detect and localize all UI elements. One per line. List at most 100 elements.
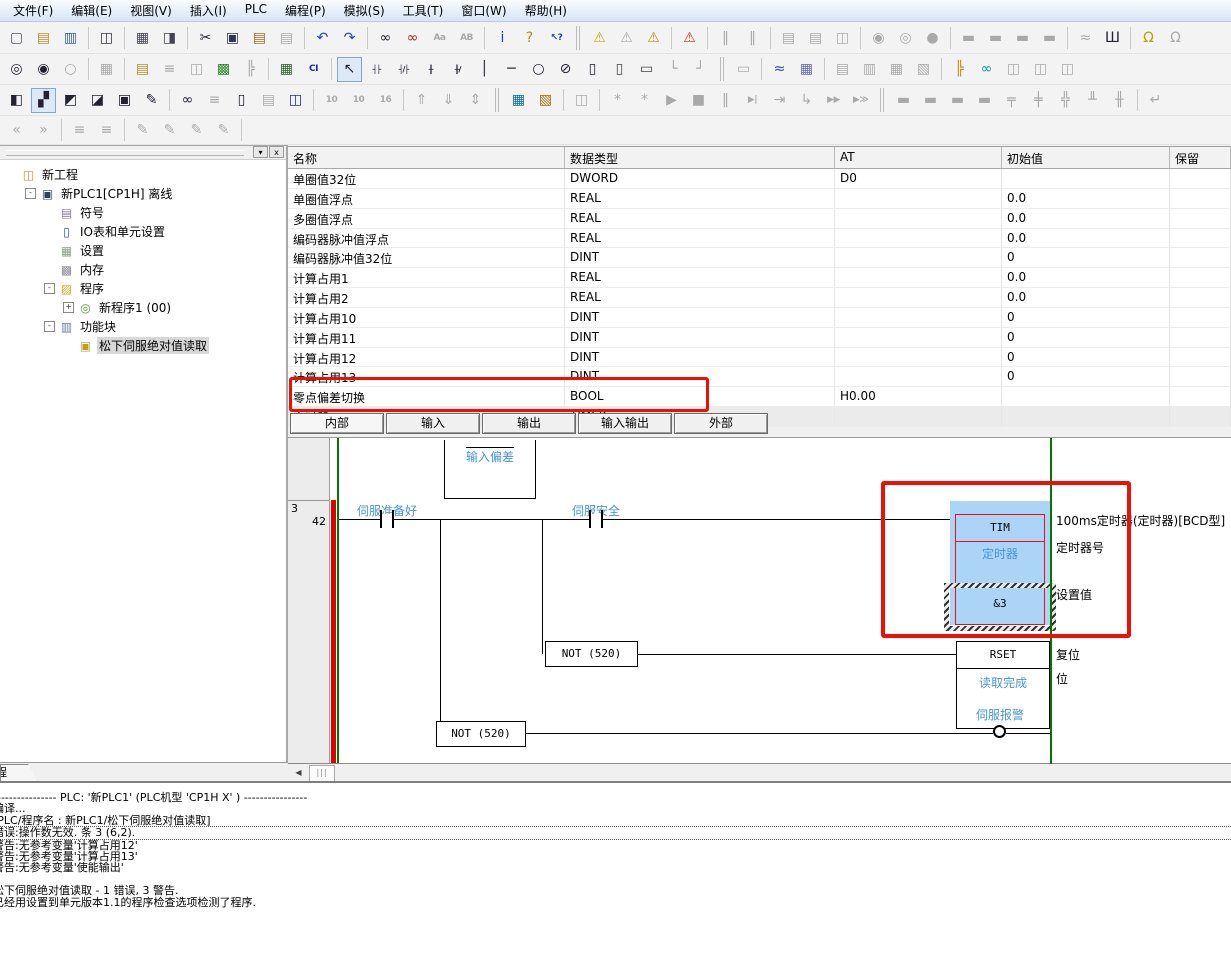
section-tab-[interactable]: 外部 bbox=[674, 413, 768, 434]
toolbar-grip[interactable] bbox=[880, 88, 884, 112]
print-preview-icon[interactable]: ◨ bbox=[157, 26, 182, 51]
tree-item-project[interactable]: ◫新工程 bbox=[0, 165, 286, 184]
zoom-window-icon[interactable]: ◪ bbox=[85, 88, 110, 113]
watch-window-icon[interactable]: ∞ bbox=[974, 57, 999, 82]
section-tab-[interactable]: 输出 bbox=[482, 413, 576, 434]
table-cell[interactable]: DWORD bbox=[565, 169, 835, 188]
table-cell[interactable]: REAL bbox=[565, 209, 835, 228]
table-cell[interactable]: REAL bbox=[565, 229, 835, 248]
work-online-icon[interactable]: ▦ bbox=[506, 88, 531, 113]
table-cell[interactable]: BOOL bbox=[565, 387, 835, 406]
table-cell[interactable] bbox=[835, 248, 1002, 267]
instruction-not-tool-icon[interactable]: ▯ bbox=[607, 57, 632, 82]
table-cell[interactable]: DINT bbox=[565, 367, 835, 386]
contact2-bar-right[interactable] bbox=[601, 510, 603, 528]
menu-item-tools[interactable]: 工具(T) bbox=[394, 0, 453, 21]
table-cell[interactable]: DINT bbox=[565, 308, 835, 327]
tree-expander-program-1[interactable]: + bbox=[63, 302, 74, 313]
menu-item-program[interactable]: 编程(P) bbox=[276, 0, 335, 21]
table-cell[interactable] bbox=[1170, 328, 1231, 347]
section-tab-[interactable]: 输入输出 bbox=[578, 413, 672, 434]
hscroll-thumb[interactable]: ||| bbox=[309, 765, 335, 782]
panel-collapse-button[interactable]: ▾ bbox=[253, 146, 268, 158]
table-cell[interactable]: 0 bbox=[1002, 308, 1170, 327]
tree-expander-programs[interactable]: - bbox=[44, 283, 55, 294]
table-cell[interactable] bbox=[835, 348, 1002, 367]
table-cell[interactable]: 0 bbox=[1002, 248, 1170, 267]
contact2-bar-left[interactable] bbox=[589, 510, 591, 528]
menu-item-help[interactable]: 帮助(H) bbox=[516, 0, 576, 21]
table-cell[interactable] bbox=[1170, 308, 1231, 327]
table-cell[interactable] bbox=[1002, 387, 1170, 406]
table-cell[interactable]: 0.0 bbox=[1002, 268, 1170, 287]
table-row[interactable]: 计算占用13DINT0 bbox=[288, 367, 1231, 387]
table-cell[interactable] bbox=[1002, 407, 1170, 426]
io-comment-view-icon[interactable]: ▩ bbox=[211, 57, 236, 82]
menu-item-edit[interactable]: 编辑(E) bbox=[62, 0, 121, 21]
table-cell[interactable]: 编码器脉冲值32位 bbox=[288, 248, 565, 267]
properties-icon[interactable]: ✎ bbox=[139, 88, 164, 113]
copy-icon[interactable]: ▣ bbox=[220, 26, 245, 51]
table-cell[interactable]: 0.0 bbox=[1002, 189, 1170, 208]
contact-no-tool-icon[interactable]: ┤├ bbox=[364, 57, 389, 82]
table-cell[interactable] bbox=[835, 328, 1002, 347]
table-header-cell[interactable]: 数据类型 bbox=[565, 147, 835, 168]
print-icon[interactable]: ▦ bbox=[130, 26, 155, 51]
output-coil[interactable] bbox=[993, 725, 1006, 738]
table-cell[interactable]: 0 bbox=[1002, 328, 1170, 347]
time-chart-monitor-icon[interactable]: Ш bbox=[1100, 26, 1125, 51]
table-cell[interactable] bbox=[835, 189, 1002, 208]
tree-item-settings[interactable]: ▦设置 bbox=[0, 241, 286, 260]
table-cell[interactable] bbox=[835, 268, 1002, 287]
menu-item-window[interactable]: 窗口(W) bbox=[452, 0, 515, 21]
ladder-editor-icon[interactable]: ▞ bbox=[31, 88, 56, 113]
not-block-1[interactable]: NOT (520) bbox=[545, 641, 638, 667]
undo-icon[interactable]: ↶ bbox=[310, 26, 335, 51]
ladder-hscrollbar[interactable]: ◀ ||| bbox=[288, 763, 1231, 781]
toolbar-grip[interactable] bbox=[576, 26, 580, 50]
search-report-icon[interactable]: ◫ bbox=[94, 26, 119, 51]
table-cell[interactable]: 0.0 bbox=[1002, 229, 1170, 248]
table-row[interactable]: 计算占用11DINT0 bbox=[288, 328, 1231, 348]
symbol-table-view-icon[interactable]: ▦ bbox=[274, 57, 299, 82]
table-cell[interactable]: 0.0 bbox=[1002, 209, 1170, 228]
table-cell[interactable]: 计算占用11 bbox=[288, 328, 565, 347]
table-cell[interactable] bbox=[1170, 387, 1231, 406]
table-row[interactable]: 单圈值32位DWORDD0 bbox=[288, 169, 1231, 189]
compile-all-programs-icon[interactable]: ⚠ bbox=[641, 26, 666, 51]
table-row[interactable]: 单圈值浮点REAL0.0 bbox=[288, 189, 1231, 209]
redo-icon[interactable]: ↷ bbox=[337, 26, 362, 51]
table-cell[interactable]: 计算占用13 bbox=[288, 367, 565, 386]
ladder-editor[interactable]: 3 42 输入偏差 伺服准备好 伺服安全 TIM 定时器 &3 100ms定时器… bbox=[288, 437, 1231, 764]
panel-grip[interactable] bbox=[6, 150, 244, 156]
table-cell[interactable]: 编码器脉冲值浮点 bbox=[288, 229, 565, 248]
save-file-icon[interactable]: ▥ bbox=[58, 26, 83, 51]
table-cell[interactable] bbox=[835, 367, 1002, 386]
tree-item-symbols[interactable]: ▤符号 bbox=[0, 203, 286, 222]
table-cell[interactable] bbox=[1170, 248, 1231, 267]
table-cell[interactable]: D0 bbox=[835, 169, 1002, 188]
toolbar-grip[interactable] bbox=[495, 88, 499, 112]
section-tab-active[interactable]: 内部 bbox=[290, 413, 384, 434]
ci-view-icon[interactable]: CI bbox=[301, 57, 326, 82]
coil-tool-icon[interactable]: ○ bbox=[526, 57, 551, 82]
table-cell[interactable]: REAL bbox=[565, 288, 835, 307]
show-comments-icon[interactable]: ▤ bbox=[130, 57, 155, 82]
table-cell[interactable]: 计算占用10 bbox=[288, 308, 565, 327]
table-cell[interactable] bbox=[835, 288, 1002, 307]
table-cell[interactable]: 0.0 bbox=[1002, 288, 1170, 307]
menu-item-insert[interactable]: 插入(I) bbox=[181, 0, 236, 21]
transfer-to-plc-icon[interactable]: ⚠ bbox=[677, 26, 702, 51]
open-file-icon[interactable]: ▤ bbox=[31, 26, 56, 51]
table-cell[interactable] bbox=[1170, 209, 1231, 228]
fb-invoke-tool-icon[interactable]: ▭ bbox=[634, 57, 659, 82]
tree-item-memory[interactable]: ▩内存 bbox=[0, 260, 286, 279]
table-row[interactable]: 多圈值浮点REAL0.0 bbox=[288, 209, 1231, 229]
table-cell[interactable]: REAL bbox=[565, 189, 835, 208]
menu-item-file[interactable]: 文件(F) bbox=[4, 0, 62, 21]
table-cell[interactable] bbox=[835, 229, 1002, 248]
paste-icon[interactable]: ▤ bbox=[247, 26, 272, 51]
panel-close-button[interactable]: x bbox=[269, 146, 284, 158]
project-tab[interactable]: 程 bbox=[0, 764, 38, 782]
toolbar-grip[interactable] bbox=[720, 57, 724, 81]
